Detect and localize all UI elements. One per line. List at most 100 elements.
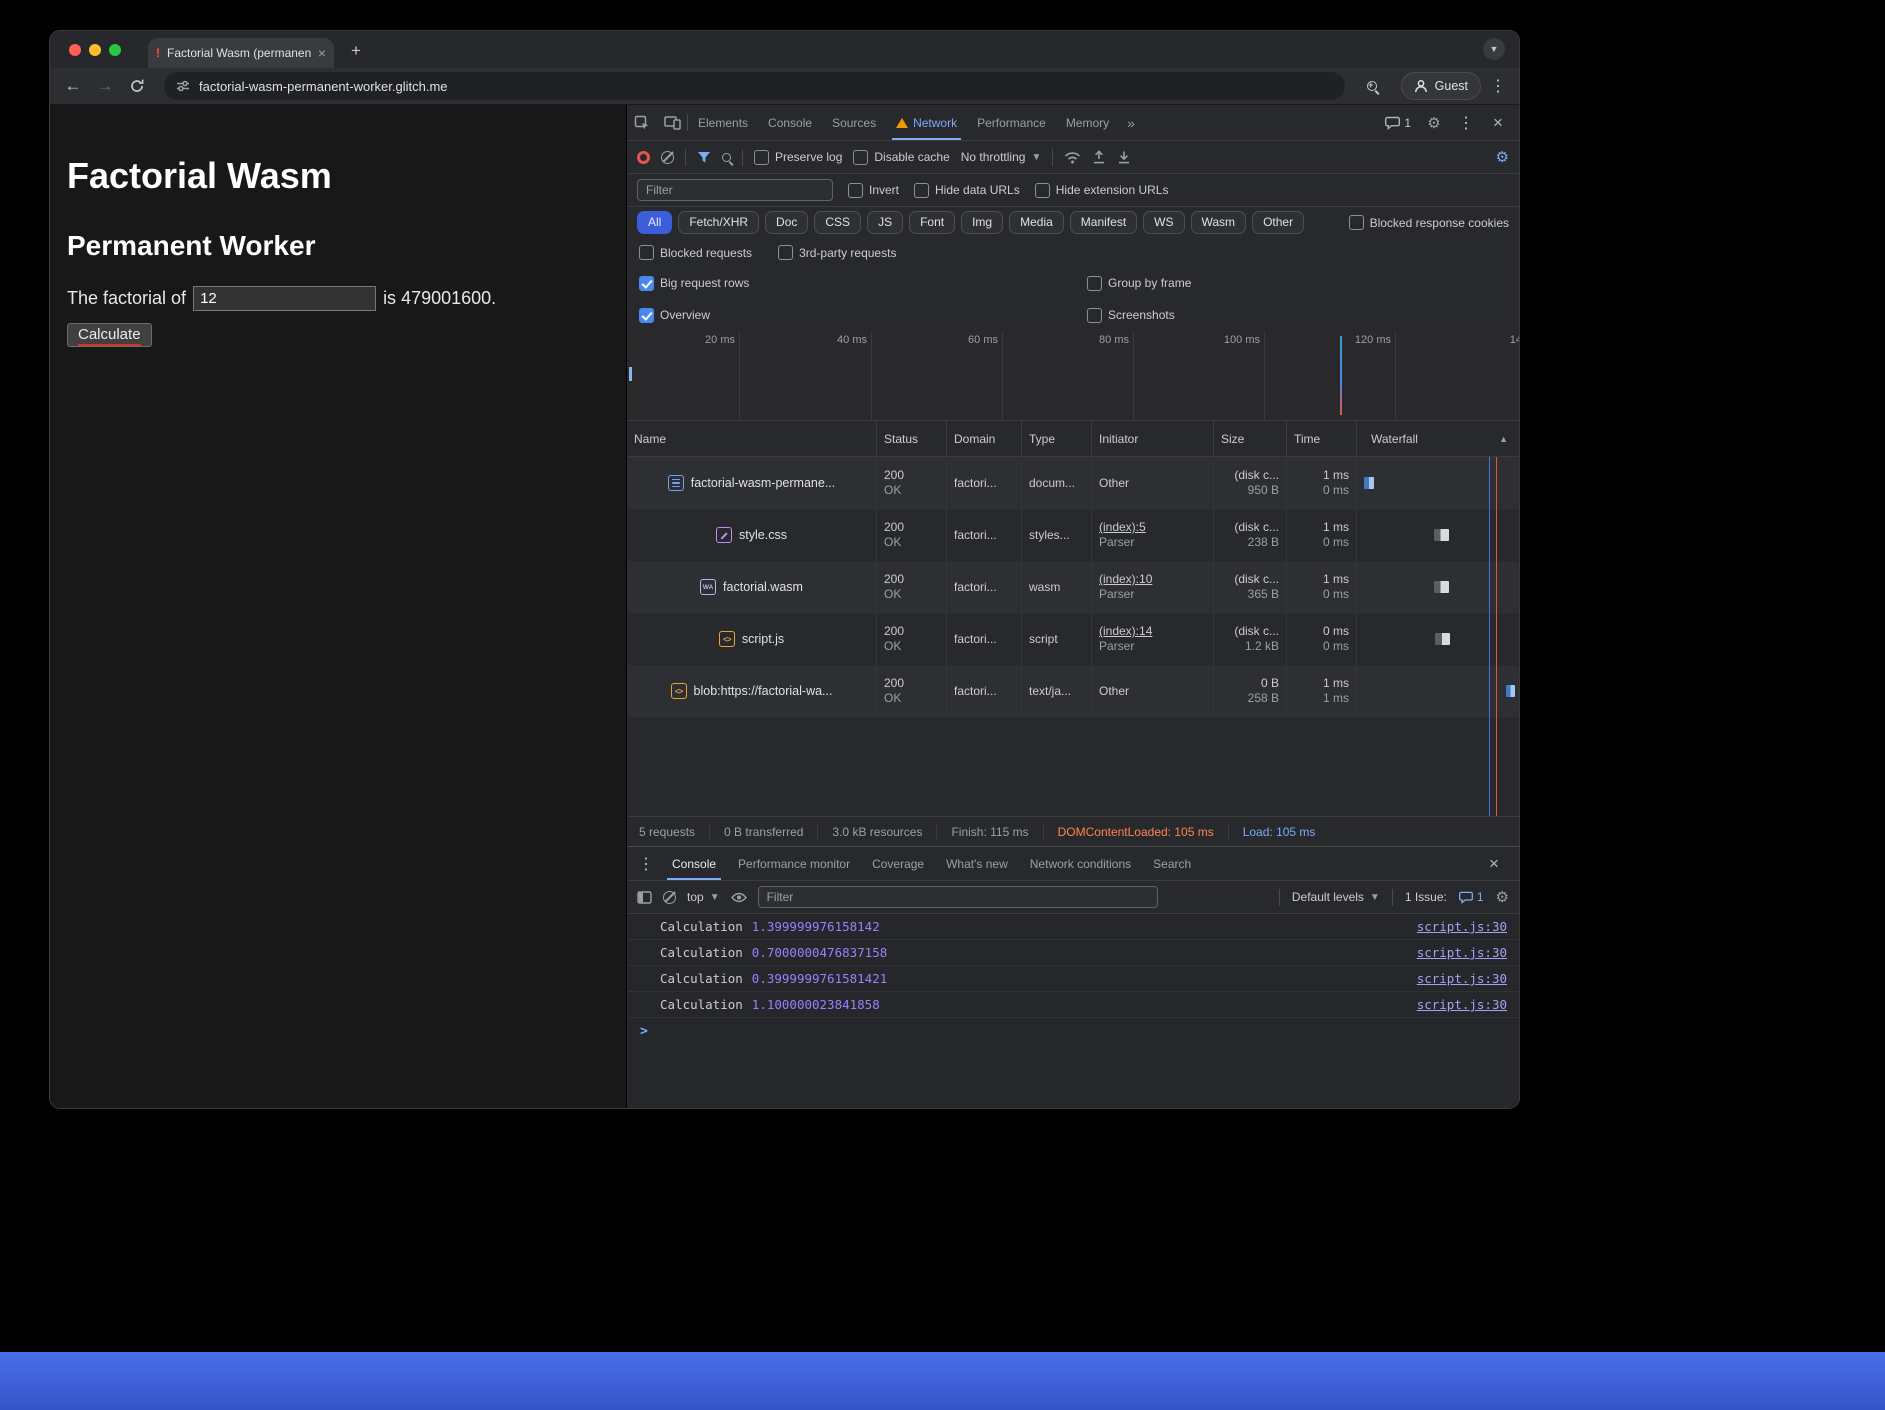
initiator-link[interactable]: (index):14 [1099, 624, 1206, 639]
checkbox-icon[interactable] [1087, 276, 1102, 291]
request-row[interactable]: style.css 200OK factori... styles... (in… [627, 509, 1519, 561]
network-overview-timeline[interactable]: 20 ms 40 ms 60 ms 80 ms 100 ms 120 ms 14 [627, 331, 1519, 421]
forward-button[interactable]: → [92, 73, 118, 99]
hide-data-urls-checkbox[interactable]: Hide data URLs [914, 183, 1020, 198]
checkbox-icon[interactable] [853, 150, 868, 165]
message-source-link[interactable]: script.js:30 [1417, 997, 1507, 1012]
initiator-link[interactable]: (index):10 [1099, 572, 1206, 587]
guest-profile-badge[interactable]: Guest [1401, 72, 1481, 100]
invert-checkbox[interactable]: Invert [848, 183, 899, 198]
request-row[interactable]: WA factorial.wasm 200OK factori... wasm … [627, 561, 1519, 613]
url-bar[interactable]: factorial-wasm-permanent-worker.glitch.m… [164, 72, 1345, 100]
console-message[interactable]: Calculation 0.3999999761581421 script.js… [627, 966, 1519, 992]
column-header-initiator[interactable]: Initiator [1092, 421, 1214, 456]
checkbox-icon[interactable] [914, 183, 929, 198]
throttling-select[interactable]: No throttling ▼ [961, 150, 1042, 164]
type-chip-fetch-xhr[interactable]: Fetch/XHR [678, 211, 759, 234]
checkbox-icon[interactable] [639, 245, 654, 260]
message-source-link[interactable]: script.js:30 [1417, 971, 1507, 986]
column-header-name[interactable]: Name [627, 421, 877, 456]
issues-button[interactable]: 1 [1379, 116, 1417, 130]
column-header-domain[interactable]: Domain [947, 421, 1022, 456]
clear-network-log-button[interactable] [661, 151, 674, 164]
device-toolbar-button[interactable] [657, 105, 687, 140]
back-button[interactable]: ← [60, 73, 86, 99]
issues-counter-button[interactable]: 1 [1459, 890, 1484, 904]
drawer-tab-search[interactable]: Search [1142, 847, 1202, 880]
column-header-size[interactable]: Size [1214, 421, 1287, 456]
devtools-tab-sources[interactable]: Sources [822, 105, 886, 140]
export-har-button[interactable] [1117, 150, 1131, 164]
console-prompt[interactable]: > [627, 1018, 1519, 1044]
live-expression-button[interactable] [731, 892, 747, 903]
devtools-tab-network[interactable]: Network [886, 105, 967, 140]
browser-menu-button[interactable]: ⋮ [1487, 76, 1509, 96]
type-chip-css[interactable]: CSS [814, 211, 861, 234]
type-chip-ws[interactable]: WS [1143, 211, 1184, 234]
type-chip-img[interactable]: Img [961, 211, 1003, 234]
type-chip-js[interactable]: JS [867, 211, 903, 234]
devtools-tab-elements[interactable]: Elements [688, 105, 758, 140]
disable-cache-checkbox[interactable]: Disable cache [853, 150, 949, 165]
checkbox-checked-icon[interactable] [639, 308, 654, 323]
console-message[interactable]: Calculation 1.399999976158142 script.js:… [627, 914, 1519, 940]
type-chip-manifest[interactable]: Manifest [1070, 211, 1137, 234]
zoom-level-button[interactable]: + [1359, 73, 1385, 99]
drawer-tab-network-conditions[interactable]: Network conditions [1019, 847, 1142, 880]
zoom-window-button[interactable] [109, 44, 121, 56]
drawer-tab-coverage[interactable]: Coverage [861, 847, 935, 880]
column-header-type[interactable]: Type [1022, 421, 1092, 456]
hide-extension-urls-checkbox[interactable]: Hide extension URLs [1035, 183, 1169, 198]
search-network-button[interactable] [722, 153, 731, 162]
devtools-close-button[interactable]: × [1483, 113, 1513, 133]
drawer-tab-performance-monitor[interactable]: Performance monitor [727, 847, 861, 880]
console-sidebar-button[interactable] [637, 891, 652, 904]
devtools-tab-console[interactable]: Console [758, 105, 822, 140]
request-row[interactable]: <> script.js 200OK factori... script (in… [627, 613, 1519, 665]
record-network-log-button[interactable] [637, 151, 650, 164]
type-chip-wasm[interactable]: Wasm [1191, 211, 1247, 234]
execution-context-select[interactable]: top ▼ [687, 890, 720, 904]
checkbox-icon[interactable] [1087, 308, 1102, 323]
console-settings-button[interactable]: ⚙ [1496, 888, 1509, 906]
column-header-status[interactable]: Status [877, 421, 947, 456]
devtools-tab-memory[interactable]: Memory [1056, 105, 1119, 140]
screenshots-checkbox[interactable]: Screenshots [1087, 308, 1507, 323]
checkbox-icon[interactable] [778, 245, 793, 260]
calculate-button[interactable]: Calculate [67, 323, 152, 347]
minimize-window-button[interactable] [89, 44, 101, 56]
devtools-menu-button[interactable]: ⋮ [1451, 113, 1481, 133]
network-conditions-button[interactable] [1064, 151, 1081, 164]
request-row[interactable]: <> blob:https://factorial-wa... 200OK fa… [627, 665, 1519, 717]
type-chip-font[interactable]: Font [909, 211, 955, 234]
filter-toggle-button[interactable] [697, 151, 711, 164]
clear-console-button[interactable] [663, 891, 676, 904]
preserve-log-checkbox[interactable]: Preserve log [754, 150, 842, 165]
tab-search-button[interactable]: ▼ [1483, 38, 1505, 60]
checkbox-icon[interactable] [1035, 183, 1050, 198]
network-filter-input[interactable] [637, 179, 833, 201]
drawer-close-button[interactable]: × [1479, 854, 1509, 874]
console-message[interactable]: Calculation 1.100000023841858 script.js:… [627, 992, 1519, 1018]
type-chip-media[interactable]: Media [1009, 211, 1064, 234]
devtools-settings-button[interactable]: ⚙ [1419, 114, 1449, 132]
blocked-response-cookies-checkbox[interactable]: Blocked response cookies [1349, 215, 1509, 230]
drawer-menu-button[interactable]: ⋮ [631, 847, 661, 880]
inspect-element-button[interactable] [627, 105, 657, 140]
console-message[interactable]: Calculation 0.7000000476837158 script.js… [627, 940, 1519, 966]
checkbox-icon[interactable] [848, 183, 863, 198]
checkbox-checked-icon[interactable] [639, 276, 654, 291]
initiator-link[interactable]: (index):5 [1099, 520, 1206, 535]
checkbox-icon[interactable] [754, 150, 769, 165]
tab-close-icon[interactable]: × [318, 45, 326, 61]
request-row[interactable]: factorial-wasm-permane... 200OK factori.… [627, 457, 1519, 509]
column-header-waterfall[interactable]: Waterfall ▲ [1357, 421, 1519, 456]
type-chip-all[interactable]: All [637, 211, 672, 234]
drawer-tab-console[interactable]: Console [661, 847, 727, 880]
new-tab-button[interactable]: + [344, 41, 368, 61]
drawer-tab-whats-new[interactable]: What's new [935, 847, 1019, 880]
message-source-link[interactable]: script.js:30 [1417, 945, 1507, 960]
close-window-button[interactable] [69, 44, 81, 56]
browser-tab[interactable]: ! Factorial Wasm (permanent W × [148, 38, 334, 68]
import-har-button[interactable] [1092, 150, 1106, 164]
